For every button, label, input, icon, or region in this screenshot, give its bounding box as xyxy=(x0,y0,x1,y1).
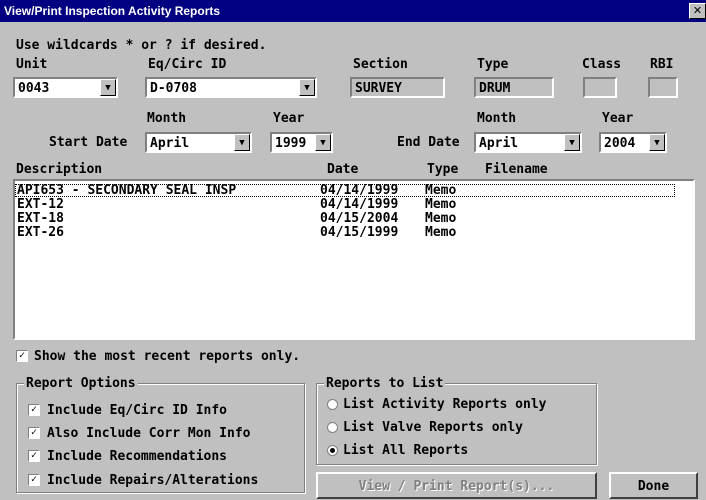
section-field: SURVEY xyxy=(350,77,445,98)
start-year-value: 1999 xyxy=(275,136,307,151)
row-description: API653 - SECONDARY SEAL INSP xyxy=(17,183,237,198)
start-month-value: April xyxy=(150,136,190,151)
class-label: Class xyxy=(582,57,622,72)
close-icon[interactable]: ✕ xyxy=(689,3,706,19)
list-activity-radio[interactable] xyxy=(327,399,338,410)
end-year-value: 2004 xyxy=(604,136,636,151)
include-recommendations-label[interactable]: Include Recommendations xyxy=(47,449,227,464)
column-header-filename[interactable]: Filename xyxy=(485,162,548,177)
row-description: EXT-26 xyxy=(17,225,64,240)
report-options-title: Report Options xyxy=(24,376,138,391)
report-list[interactable]: API653 - SECONDARY SEAL INSP 04/14/1999 … xyxy=(13,179,695,340)
dropdown-arrow-icon[interactable]: ▼ xyxy=(315,134,331,151)
row-type: Memo xyxy=(425,183,457,198)
table-row[interactable]: EXT-18 04/15/2004 Memo xyxy=(15,212,675,225)
table-row[interactable]: API653 - SECONDARY SEAL INSP 04/14/1999 … xyxy=(15,184,675,197)
list-valve-radio[interactable] xyxy=(327,422,338,433)
type-label: Type xyxy=(477,57,509,72)
dropdown-arrow-icon[interactable]: ▼ xyxy=(649,134,665,151)
eqcirc-label: Eq/Circ ID xyxy=(148,57,227,72)
unit-select[interactable]: 0043 ▼ xyxy=(13,77,118,98)
include-repairs-checkbox[interactable]: ✓ xyxy=(28,474,40,486)
table-row[interactable]: EXT-26 04/15/1999 Memo xyxy=(15,226,675,239)
rbi-label: RBI xyxy=(650,57,674,72)
column-header-date[interactable]: Date xyxy=(327,162,358,177)
end-month-value: April xyxy=(479,136,519,151)
column-header-type[interactable]: Type xyxy=(427,162,458,177)
checkmark-icon: ✓ xyxy=(30,450,38,461)
list-all-label[interactable]: List All Reports xyxy=(343,443,468,458)
end-year-label: Year xyxy=(602,111,634,126)
checkmark-icon: ✓ xyxy=(30,404,38,415)
eqcirc-select[interactable]: D-0708 ▼ xyxy=(145,77,317,98)
dropdown-arrow-icon[interactable]: ▼ xyxy=(234,134,250,151)
title-bar: View/Print Inspection Activity Reports ✕ xyxy=(0,0,706,22)
list-all-radio[interactable] xyxy=(327,445,338,456)
include-corr-mon-label[interactable]: Also Include Corr Mon Info xyxy=(47,426,251,441)
unit-value: 0043 xyxy=(18,81,50,96)
list-activity-label[interactable]: List Activity Reports only xyxy=(343,397,547,412)
eqcirc-value: D-0708 xyxy=(150,81,197,96)
window-title: View/Print Inspection Activity Reports xyxy=(4,4,221,18)
start-month-label: Month xyxy=(147,111,187,126)
checkmark-icon: ✓ xyxy=(30,427,38,438)
type-field: DRUM xyxy=(474,77,554,98)
dropdown-arrow-icon[interactable]: ▼ xyxy=(564,134,580,151)
row-date: 04/15/2004 xyxy=(320,211,399,226)
row-date: 04/14/1999 xyxy=(320,183,399,198)
include-recommendations-checkbox[interactable]: ✓ xyxy=(28,450,40,462)
end-year-select[interactable]: 2004 ▼ xyxy=(599,132,667,153)
view-print-button[interactable]: View / Print Report(s)... xyxy=(316,472,597,499)
radio-selected-dot xyxy=(330,448,335,453)
end-date-label: End Date xyxy=(397,135,460,150)
row-type: Memo xyxy=(425,211,457,226)
table-row[interactable]: EXT-12 04/14/1999 Memo xyxy=(15,198,675,211)
include-eqcirc-checkbox[interactable]: ✓ xyxy=(28,404,40,416)
row-type: Memo xyxy=(425,197,457,212)
column-header-description[interactable]: Description xyxy=(16,162,102,177)
start-year-select[interactable]: 1999 ▼ xyxy=(270,132,333,153)
end-month-label: Month xyxy=(477,111,517,126)
show-recent-label[interactable]: Show the most recent reports only. xyxy=(34,349,300,364)
dropdown-arrow-icon[interactable]: ▼ xyxy=(299,79,315,96)
wildcard-hint: Use wildcards * or ? if desired. xyxy=(16,38,267,53)
row-type: Memo xyxy=(425,225,457,240)
start-date-label: Start Date xyxy=(49,135,128,150)
section-label: Section xyxy=(353,57,408,72)
include-corr-mon-checkbox[interactable]: ✓ xyxy=(28,427,40,439)
row-description: EXT-18 xyxy=(17,211,64,226)
reports-to-list-title: Reports to List xyxy=(324,376,446,391)
done-button[interactable]: Done xyxy=(609,472,698,499)
checkmark-icon: ✓ xyxy=(30,474,38,485)
include-repairs-label[interactable]: Include Repairs/Alterations xyxy=(47,473,258,488)
type-value: DRUM xyxy=(479,81,511,96)
rbi-field xyxy=(648,77,678,98)
start-month-select[interactable]: April ▼ xyxy=(145,132,252,153)
include-eqcirc-label[interactable]: Include Eq/Circ ID Info xyxy=(47,403,227,418)
start-year-label: Year xyxy=(273,111,305,126)
unit-label: Unit xyxy=(16,57,48,72)
list-valve-label[interactable]: List Valve Reports only xyxy=(343,420,523,435)
checkmark-icon: ✓ xyxy=(18,350,26,361)
row-date: 04/14/1999 xyxy=(320,197,399,212)
section-value: SURVEY xyxy=(355,81,402,96)
show-recent-checkbox[interactable]: ✓ xyxy=(16,350,28,362)
row-date: 04/15/1999 xyxy=(320,225,399,240)
class-field xyxy=(583,77,617,98)
dropdown-arrow-icon[interactable]: ▼ xyxy=(100,79,116,96)
row-description: EXT-12 xyxy=(17,197,64,212)
end-month-select[interactable]: April ▼ xyxy=(474,132,582,153)
